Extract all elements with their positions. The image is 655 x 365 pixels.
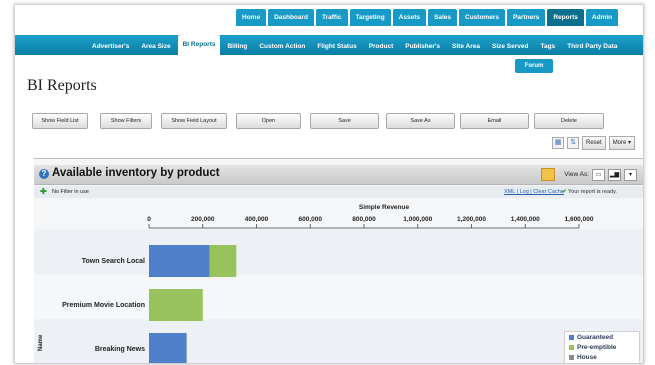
legend-item: Barter: [569, 363, 639, 364]
page-title: BI Reports: [27, 77, 97, 94]
open-button[interactable]: Open: [236, 113, 301, 129]
x-tick-label: 200,000: [191, 216, 215, 223]
top-tab-home[interactable]: Home: [236, 9, 267, 26]
top-tab-sales[interactable]: Sales: [428, 9, 457, 26]
reset-button[interactable]: Reset: [582, 136, 606, 150]
legend-item: Guaranteed: [569, 333, 639, 342]
show-field-list-button[interactable]: Show Field List: [32, 113, 88, 129]
report-title: Available inventory by product: [52, 167, 220, 179]
top-tab-dashboard[interactable]: Dashboard: [268, 9, 315, 26]
sub-tab-area-size[interactable]: Area Size: [136, 38, 175, 55]
forum-button[interactable]: Forum: [515, 59, 553, 73]
sub-tab-tags[interactable]: Tags: [535, 38, 560, 55]
show-filters-button[interactable]: Show Filters: [100, 113, 152, 129]
view-as-control: View As: ▭ ▂▆ ▾: [541, 168, 637, 181]
xml-log-cache-links[interactable]: XML | Log | Clear Cache: [504, 186, 564, 198]
sub-navigation: Advertiser's Area Size BI Reports Billing Cu…: [15, 35, 643, 55]
bar-segment: [209, 245, 237, 277]
checkmark-icon: ✔: [562, 189, 567, 195]
x-tick-label: 1,400,000: [511, 216, 540, 223]
x-tick-label: 1,600,000: [565, 216, 594, 223]
swap-axes-icon[interactable]: ⇅: [567, 137, 579, 149]
save-as-button[interactable]: Save As: [386, 113, 455, 129]
top-tab-assets[interactable]: Assets: [392, 9, 426, 26]
top-tab-customers[interactable]: Customers: [459, 9, 505, 26]
legend-item: House: [569, 353, 639, 362]
chevron-down-icon: ▾: [628, 140, 632, 146]
filter-bar: ✚ No Filter in use XML | Log | Clear Cac…: [34, 186, 643, 198]
top-tab-targeting[interactable]: Targeting: [349, 9, 391, 26]
chart-legend: Guaranteed Pre-emptible House Barter: [564, 331, 640, 364]
chart-type-icon[interactable]: ▦: [552, 137, 564, 149]
x-tick-label: 0: [147, 216, 151, 223]
bar-segment: [149, 245, 210, 277]
x-tick-label: 1,000,000: [403, 216, 432, 223]
more-dropdown[interactable]: More ▾: [608, 136, 636, 150]
category-label: Premium Movie Location: [62, 302, 145, 309]
legend-item: Pre-emptible: [569, 343, 639, 352]
save-button[interactable]: Save: [310, 113, 379, 129]
legend-label: Guaranteed: [577, 334, 614, 341]
info-icon[interactable]: ?: [39, 169, 49, 179]
legend-swatch: [569, 355, 574, 360]
email-button[interactable]: Email: [460, 113, 529, 129]
show-field-layout-button[interactable]: Show Field Layout: [161, 113, 227, 129]
report-panel: ? Available inventory by product View As…: [34, 158, 643, 364]
sub-tab-publisher-s[interactable]: Publisher's: [400, 38, 445, 55]
table-view-icon[interactable]: ▭: [592, 168, 605, 181]
legend-swatch: [569, 345, 574, 350]
chart-tools: ▦ ⇅ Reset More ▾: [552, 136, 636, 150]
category-band: [34, 321, 643, 363]
top-tab-partners[interactable]: Partners: [506, 9, 546, 26]
bar-segment: [149, 289, 203, 321]
sub-tab-product[interactable]: Product: [364, 38, 399, 55]
x-tick-label: 600,000: [299, 216, 323, 223]
sub-tab-third-party-data[interactable]: Third Party Data: [562, 38, 622, 55]
legend-label: Pre-emptible: [577, 344, 617, 351]
bar-segment: [149, 333, 187, 363]
inventory-chart: Simple Revenue 0 200,000 400,000 600,000 800,…: [34, 204, 643, 363]
x-tick-label: 1,200,000: [457, 216, 486, 223]
filter-status: No Filter in use: [52, 189, 89, 195]
panel-header: ? Available inventory by product View As…: [34, 165, 643, 185]
ready-status: Your report is ready.: [568, 189, 617, 195]
top-tab-traffic[interactable]: Traffic: [316, 9, 348, 26]
legend-swatch: [569, 335, 574, 340]
app-window: Home Dashboard Traffic Targeting Assets Sales…: [14, 4, 644, 364]
y-axis-label: Name: [38, 334, 44, 351]
delete-button[interactable]: Delete: [534, 113, 604, 129]
legend-label: House: [577, 354, 597, 361]
add-filter-icon[interactable]: ✚: [40, 186, 47, 198]
top-navigation: Home Dashboard Traffic Targeting Assets Sales…: [15, 5, 643, 27]
chart-title: Simple Revenue: [359, 204, 410, 211]
x-tick-label: 400,000: [245, 216, 269, 223]
category-label: Town Search Local: [82, 258, 145, 265]
sub-tab-size-served[interactable]: Size Served: [487, 38, 534, 55]
view-as-label: View As:: [564, 171, 589, 178]
x-tick-label: 800,000: [352, 216, 376, 223]
sub-tab-site-area[interactable]: Site Area: [447, 38, 485, 55]
sub-tab-flight-status[interactable]: Flight Status: [312, 38, 361, 55]
chart-view-icon[interactable]: ▂▆: [608, 168, 621, 181]
view-dropdown-icon[interactable]: ▾: [624, 168, 637, 181]
top-tab-reports[interactable]: Reports: [547, 9, 584, 26]
sub-tab-bi-reports[interactable]: BI Reports: [177, 35, 221, 55]
sub-tab-advertiser-s[interactable]: Advertiser's: [87, 38, 134, 55]
sub-tab-billing[interactable]: Billing: [222, 38, 252, 55]
pencil-icon[interactable]: [541, 168, 556, 181]
category-band: [34, 229, 643, 273]
more-label: More: [612, 140, 627, 146]
category-label: Breaking News: [95, 346, 145, 353]
sub-tab-custom-action[interactable]: Custom Action: [254, 38, 310, 55]
category-band: [34, 275, 643, 319]
top-tab-admin[interactable]: Admin: [585, 9, 619, 26]
